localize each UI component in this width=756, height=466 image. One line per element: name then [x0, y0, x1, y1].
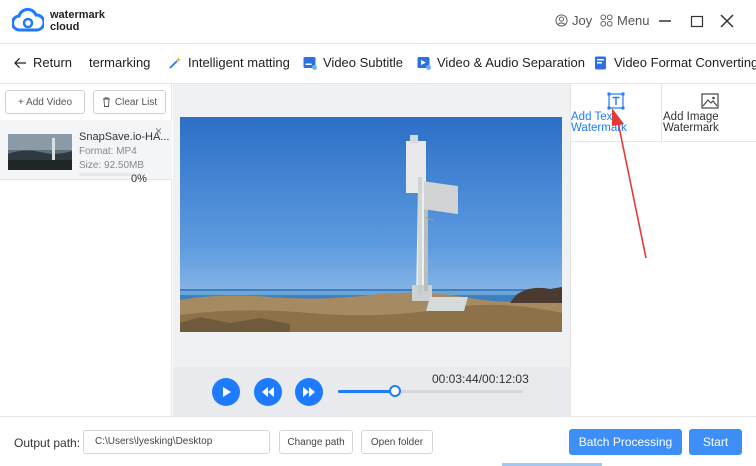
format-convert-icon [595, 56, 606, 69]
change-path-label: Change path [287, 436, 345, 448]
rewind-button[interactable] [254, 378, 282, 406]
user-account[interactable]: Joy [555, 13, 592, 28]
maximize-button[interactable] [686, 10, 708, 32]
file-size: Size: 92.50MB [79, 160, 145, 171]
minimize-button[interactable] [654, 10, 676, 32]
add-image-line-2: Watermark [663, 122, 719, 134]
watermark-options-panel: Add Text Watermark Add Image Watermark [570, 84, 756, 416]
magic-wand-icon [169, 56, 181, 69]
feature-nav-bar: Return termarking Intelligent matting Vi… [0, 44, 756, 84]
start-label: Start [702, 435, 729, 449]
menu-label: Menu [617, 13, 650, 28]
trash-icon [102, 97, 110, 107]
video-thumbnail [8, 134, 72, 170]
image-icon [701, 93, 719, 109]
subtitle-icon [303, 56, 317, 70]
tab-intelligent-matting-label: Intelligent matting [188, 55, 290, 70]
seek-bar-progress [338, 390, 395, 393]
rewind-icon [262, 387, 274, 397]
add-video-button[interactable]: + Add Video [5, 90, 85, 114]
brand-name: watermark cloud [50, 9, 105, 33]
close-button[interactable] [716, 10, 738, 32]
seek-bar[interactable] [338, 385, 523, 397]
player-controls: 00:03:44/00:12:03 [173, 367, 570, 416]
tab-video-subtitle-label: Video Subtitle [323, 55, 403, 70]
output-path-label: Output path: [14, 436, 81, 450]
brand-line-2: cloud [50, 21, 80, 33]
add-image-watermark-label: Add Image Watermark [663, 111, 719, 134]
separation-icon [417, 56, 431, 70]
video-frame[interactable] [180, 117, 562, 332]
tab-video-format-converting[interactable]: Video Format Converting [594, 55, 756, 70]
arrow-left-icon [14, 57, 27, 68]
fast-forward-icon [303, 387, 315, 397]
tab-video-audio-separation-label: Video & Audio Separation [437, 55, 585, 70]
user-name: Joy [572, 13, 593, 28]
play-button[interactable] [212, 378, 240, 406]
close-icon [720, 14, 734, 28]
open-folder-label: Open folder [370, 436, 424, 448]
seek-bar-handle[interactable] [389, 385, 401, 397]
file-list-item[interactable]: SnapSave.io-HA... × Format: MP4 Size: 92… [0, 120, 172, 180]
tab-intelligent-matting[interactable]: Intelligent matting [168, 55, 290, 70]
maximize-icon [690, 15, 704, 28]
user-icon [555, 14, 568, 27]
grid-menu-icon [600, 14, 613, 27]
clear-list-button[interactable]: Clear List [93, 90, 166, 114]
return-label: Return [33, 55, 73, 70]
add-video-label: + Add Video [17, 96, 73, 108]
return-button[interactable]: Return [14, 55, 72, 70]
change-path-button[interactable]: Change path [279, 430, 353, 454]
file-list-panel: + Add Video Clear List SnapSave.io-HA...… [0, 84, 172, 416]
video-preview-area: 00:03:44/00:12:03 [173, 84, 570, 416]
playback-time: 00:03:44/00:12:03 [432, 372, 529, 386]
output-path-field[interactable]: C:\Users\lyesking\Desktop [83, 430, 270, 454]
file-format: Format: MP4 [79, 146, 137, 157]
batch-processing-label: Batch Processing [578, 435, 673, 449]
batch-processing-button[interactable]: Batch Processing [569, 429, 682, 455]
start-button[interactable]: Start [689, 429, 742, 455]
cloud-logo-icon [12, 8, 44, 32]
app-window: watermark cloud Joy Menu Return termarki… [0, 0, 756, 466]
file-progress-text: 0% [131, 173, 147, 185]
output-bar: Output path: C:\Users\lyesking\Desktop C… [0, 416, 756, 466]
menu-button[interactable]: Menu [600, 13, 650, 28]
minimize-icon [659, 20, 671, 22]
clear-list-label: Clear List [114, 96, 158, 108]
tab-watermarking[interactable]: termarking [89, 55, 150, 70]
tab-video-subtitle[interactable]: Video Subtitle [303, 55, 403, 70]
remove-file-icon[interactable]: × [155, 124, 162, 138]
open-folder-button[interactable]: Open folder [361, 430, 433, 454]
title-bar: watermark cloud Joy Menu [0, 0, 756, 44]
tab-video-format-converting-label: Video Format Converting [614, 55, 756, 70]
play-icon [223, 387, 231, 397]
brand-line-1: watermark [50, 9, 106, 21]
add-image-watermark-button[interactable]: Add Image Watermark [663, 84, 756, 142]
fast-forward-button[interactable] [295, 378, 323, 406]
annotation-arrow-icon [612, 108, 647, 259]
tab-watermarking-label: termarking [89, 55, 151, 70]
tab-video-audio-separation[interactable]: Video & Audio Separation [417, 55, 585, 70]
